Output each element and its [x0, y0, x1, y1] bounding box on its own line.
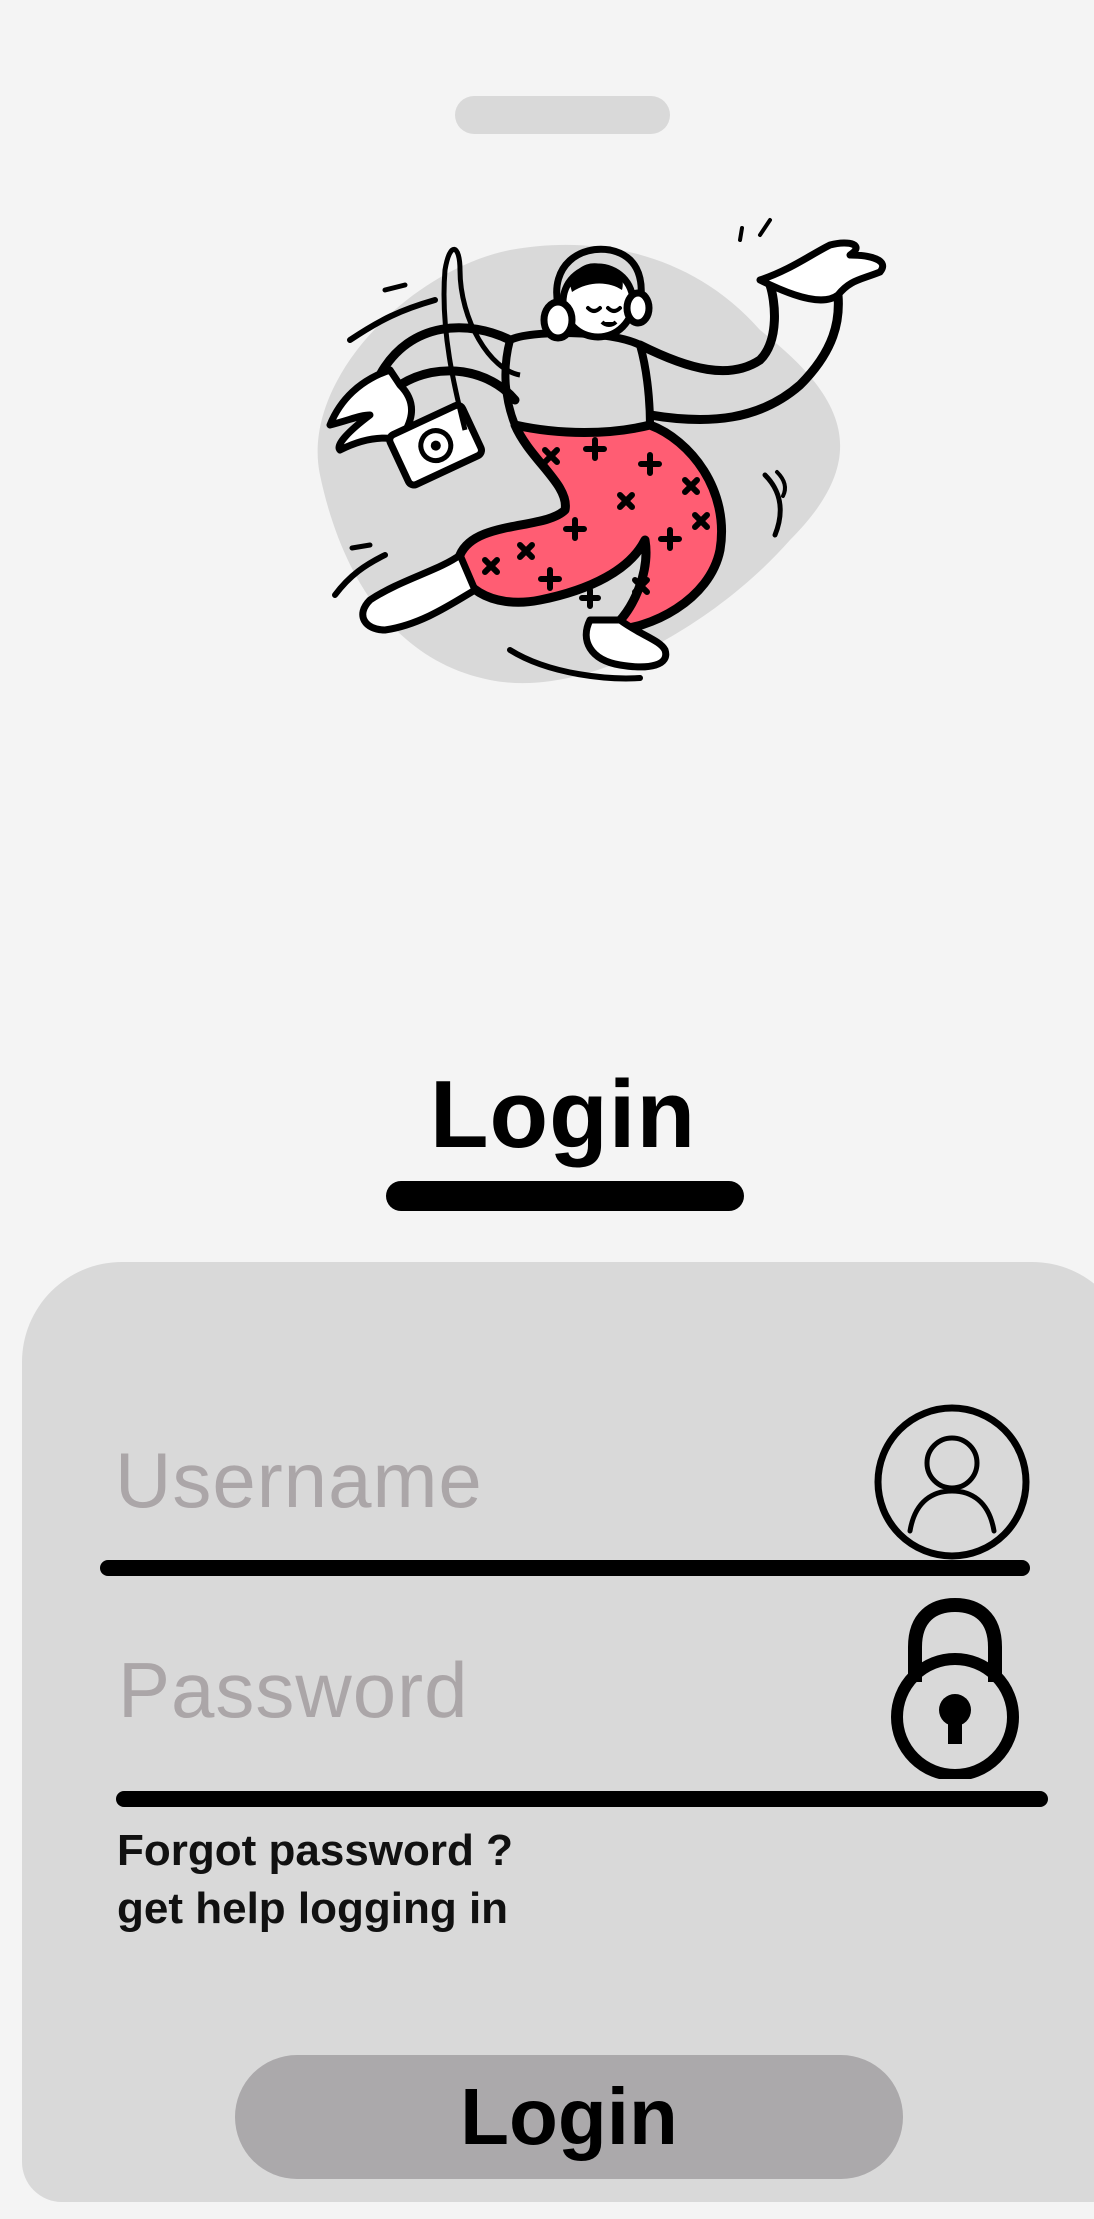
page-title: Login — [429, 1061, 697, 1168]
get-help-link[interactable]: get help logging in — [117, 1884, 508, 1934]
forgot-password-link[interactable]: Forgot password ? — [117, 1826, 513, 1876]
top-handle — [455, 96, 670, 134]
lock-icon[interactable] — [885, 1597, 1025, 1779]
password-underline — [116, 1791, 1048, 1807]
login-button[interactable]: Login — [235, 2055, 903, 2179]
user-icon[interactable] — [873, 1403, 1031, 1561]
password-input[interactable]: Password — [118, 1645, 468, 1736]
username-underline — [100, 1560, 1030, 1576]
title-underline — [386, 1181, 744, 1211]
username-input[interactable]: Username — [115, 1435, 483, 1526]
dancing-person-illustration — [317, 218, 886, 684]
